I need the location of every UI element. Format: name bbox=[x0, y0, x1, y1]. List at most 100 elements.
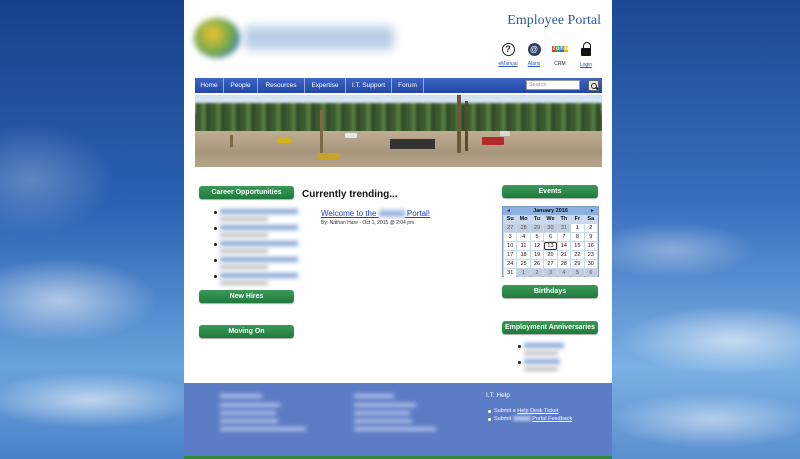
new-hires-button[interactable]: New Hires bbox=[199, 290, 294, 303]
calendar-day[interactable]: 29 bbox=[530, 224, 544, 232]
employment-anniversaries-button[interactable]: Employment Anniversaries bbox=[502, 321, 598, 334]
calendar-day[interactable]: 28 bbox=[517, 224, 530, 232]
calendar-day[interactable]: 23 bbox=[584, 251, 597, 259]
nav-forum[interactable]: Forum bbox=[392, 78, 424, 93]
search-input[interactable]: Search bbox=[526, 80, 580, 90]
calendar-day[interactable]: 2 bbox=[530, 269, 544, 277]
list-item[interactable] bbox=[518, 359, 592, 374]
career-opportunities-button[interactable]: Career Opportunities bbox=[199, 186, 294, 199]
list-item[interactable] bbox=[214, 209, 298, 224]
calendar-day[interactable]: 31 bbox=[557, 224, 571, 232]
calendar-day[interactable]: 8 bbox=[571, 233, 584, 241]
calendar-day[interactable]: 27 bbox=[544, 260, 557, 268]
banner-ground bbox=[195, 131, 602, 167]
calendar-day[interactable]: 18 bbox=[517, 251, 530, 259]
calendar-day[interactable]: 6 bbox=[544, 233, 557, 241]
calendar-day[interactable]: 17 bbox=[504, 251, 517, 259]
calendar-day[interactable]: 4 bbox=[517, 233, 530, 241]
calendar-day[interactable]: 31 bbox=[504, 269, 517, 277]
calendar-day[interactable]: 26 bbox=[530, 260, 544, 268]
calendar-day[interactable]: 21 bbox=[557, 251, 571, 259]
list-item[interactable] bbox=[214, 257, 298, 272]
redacted-contact bbox=[220, 403, 280, 407]
moving-on-button[interactable]: Moving On bbox=[199, 325, 294, 338]
calendar-day[interactable]: 28 bbox=[557, 260, 571, 268]
calendar-day[interactable]: 15 bbox=[571, 242, 584, 250]
redacted-name bbox=[378, 210, 405, 218]
drill-rig bbox=[320, 110, 323, 154]
calendar-day[interactable]: 24 bbox=[504, 260, 517, 268]
emanual-link[interactable]: ? eManual bbox=[498, 42, 518, 67]
calendar-day[interactable]: 14 bbox=[557, 242, 571, 250]
career-list bbox=[214, 208, 298, 288]
redacted-contact bbox=[354, 411, 410, 415]
redacted-contact bbox=[354, 403, 416, 407]
calendar-day[interactable]: 30 bbox=[584, 260, 597, 268]
calendar-day[interactable]: 10 bbox=[504, 242, 517, 250]
list-item[interactable] bbox=[214, 225, 298, 240]
it-help-heading: I.T. Help bbox=[486, 392, 510, 399]
it-link-prefix: Submit a bbox=[494, 408, 516, 414]
help-desk-ticket-link[interactable]: Help Desk Ticket bbox=[517, 408, 558, 414]
calendar-day[interactable]: 11 bbox=[517, 242, 530, 250]
header-quick-links: ? eManual @ Alaris zoho CRM Login bbox=[498, 42, 602, 68]
drill-rig bbox=[457, 95, 461, 153]
nav-people[interactable]: People bbox=[224, 78, 258, 93]
truck bbox=[277, 138, 291, 143]
logo-mark bbox=[194, 18, 240, 58]
calendar-day[interactable]: 19 bbox=[530, 251, 544, 259]
calendar-day[interactable]: 6 bbox=[584, 269, 597, 277]
calendar-day[interactable]: 3 bbox=[504, 233, 517, 241]
nav-home[interactable]: Home bbox=[195, 78, 224, 93]
list-item[interactable] bbox=[518, 343, 592, 358]
login-link[interactable]: Login bbox=[576, 42, 596, 68]
calendar-day[interactable]: 16 bbox=[584, 242, 597, 250]
birthdays-button[interactable]: Birthdays bbox=[502, 285, 598, 298]
calendar-day-header: Th bbox=[557, 215, 571, 223]
search-icon[interactable] bbox=[588, 80, 599, 91]
calendar-day-header: We bbox=[544, 215, 557, 223]
post-title-suffix[interactable]: Portal! bbox=[407, 209, 430, 218]
list-item[interactable] bbox=[214, 273, 298, 288]
alaris-link[interactable]: @ Alaris bbox=[524, 42, 544, 67]
calendar-day[interactable]: 5 bbox=[530, 233, 544, 241]
list-item: Submit a Help Desk Ticket bbox=[488, 407, 572, 415]
company-logo[interactable] bbox=[192, 14, 397, 64]
calendar-day[interactable]: 12 bbox=[530, 242, 544, 250]
events-button[interactable]: Events bbox=[502, 185, 598, 198]
login-label[interactable]: Login bbox=[576, 62, 596, 68]
post-title-prefix[interactable]: Welcome to the bbox=[321, 209, 376, 218]
calendar-day[interactable]: 30 bbox=[544, 224, 557, 232]
calendar-day[interactable]: 1 bbox=[571, 224, 584, 232]
portal-feedback-link[interactable]: Portal Feedback bbox=[532, 416, 572, 422]
calendar-day[interactable]: 29 bbox=[571, 260, 584, 268]
calendar-day[interactable]: 1 bbox=[517, 269, 530, 277]
post-title-link[interactable]: Welcome to the Portal! bbox=[321, 209, 430, 218]
redacted-contact bbox=[220, 394, 262, 398]
calendar-day[interactable]: 20 bbox=[544, 251, 557, 259]
crm-link[interactable]: zoho CRM bbox=[550, 42, 570, 67]
calendar-day[interactable]: 7 bbox=[557, 233, 571, 241]
calendar-day-header: Fr bbox=[571, 215, 584, 223]
calendar-day[interactable]: 2 bbox=[584, 224, 597, 232]
calendar-day[interactable]: 9 bbox=[584, 233, 597, 241]
calendar-next-icon[interactable]: ► bbox=[590, 207, 595, 215]
crm-label[interactable]: CRM bbox=[550, 61, 570, 67]
calendar-day[interactable]: 3 bbox=[544, 269, 557, 277]
list-item[interactable] bbox=[214, 241, 298, 256]
calendar-day[interactable]: 5 bbox=[571, 269, 584, 277]
portal-page: Employee Portal ? eManual @ Alaris zoho … bbox=[184, 0, 612, 459]
emanual-label[interactable]: eManual bbox=[498, 61, 518, 67]
calendar-day[interactable]: 4 bbox=[557, 269, 571, 277]
redacted-contact bbox=[220, 411, 276, 415]
calendar-day[interactable]: 13 bbox=[544, 242, 557, 250]
calendar-day[interactable]: 22 bbox=[571, 251, 584, 259]
calendar-prev-icon[interactable]: ◄ bbox=[506, 207, 511, 215]
truck bbox=[318, 153, 340, 159]
calendar-day[interactable]: 27 bbox=[504, 224, 517, 232]
nav-it-support[interactable]: I.T. Support bbox=[346, 78, 392, 93]
nav-expertise[interactable]: Expertise bbox=[305, 78, 346, 93]
alaris-label[interactable]: Alaris bbox=[524, 61, 544, 67]
calendar-day[interactable]: 25 bbox=[517, 260, 530, 268]
nav-resources[interactable]: Resources bbox=[258, 78, 305, 93]
